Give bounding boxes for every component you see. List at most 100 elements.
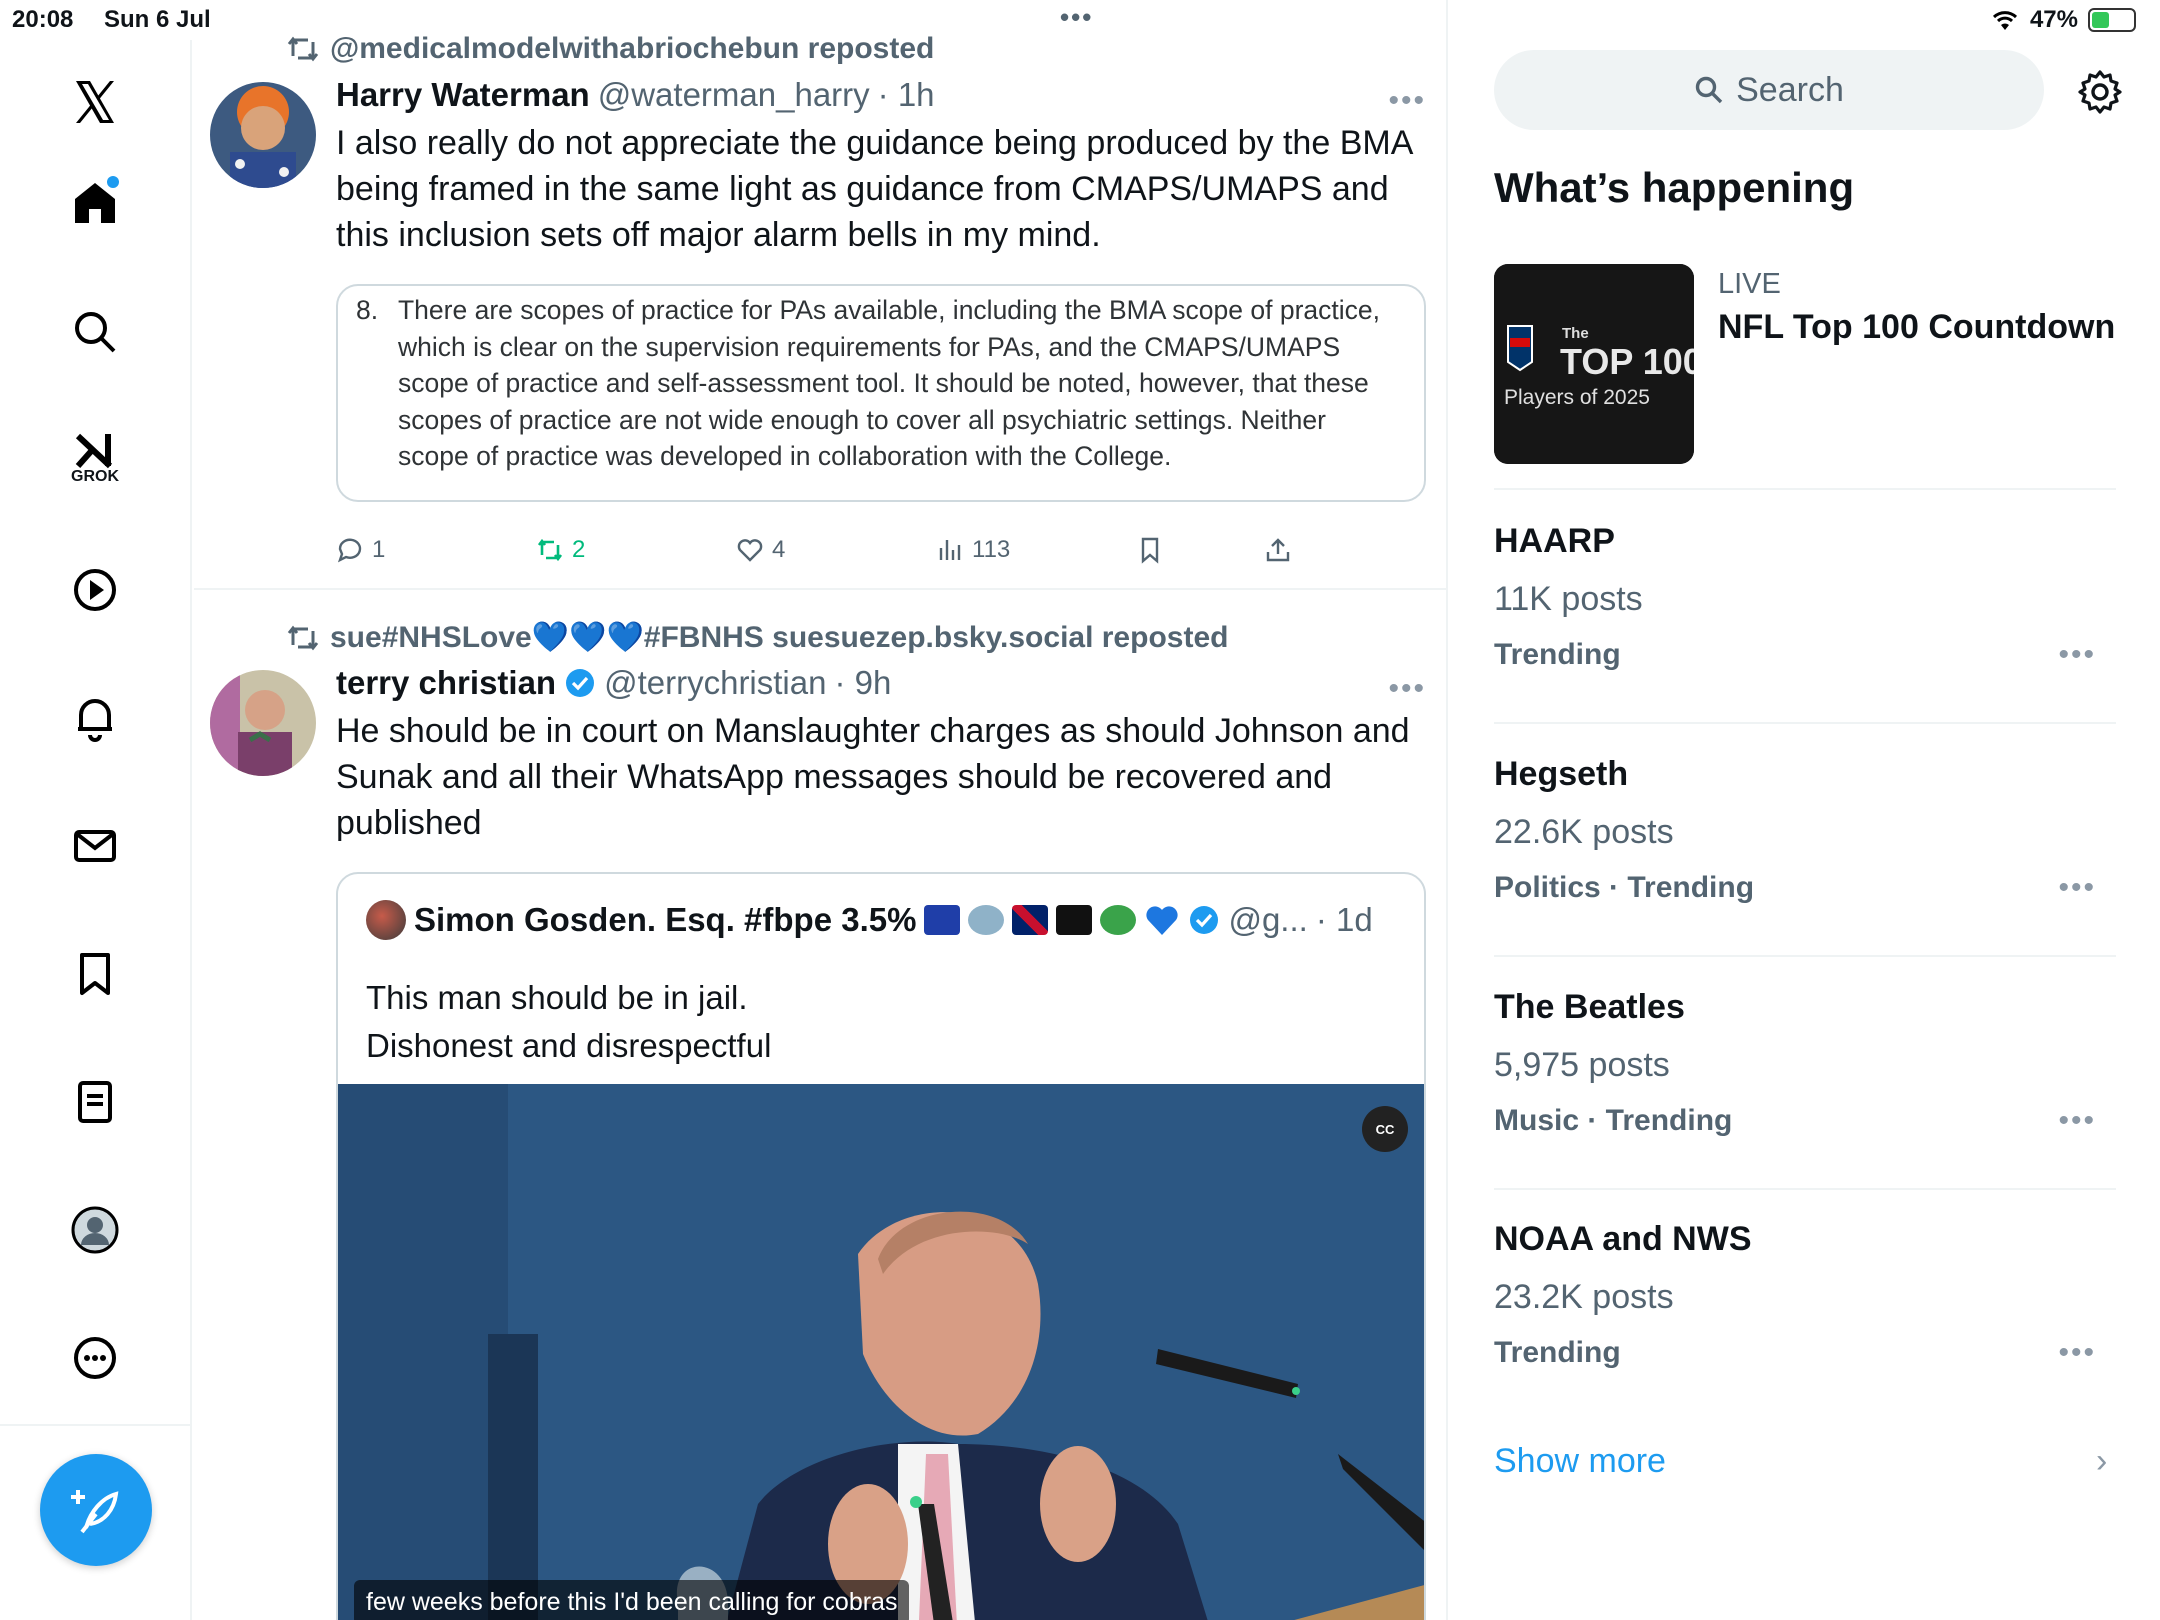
grok-label: GROK — [71, 468, 119, 485]
excerpt-number: 8. — [356, 295, 379, 325]
nav-lists[interactable] — [59, 1066, 131, 1138]
search-icon — [1695, 76, 1723, 104]
live-event-card[interactable]: The TOP 100 Players of 2025 LIVE NFL Top… — [1494, 264, 2116, 490]
views-chart-icon — [939, 540, 961, 560]
compose-button[interactable] — [40, 1454, 152, 1566]
trend-category: Trending — [1494, 1336, 1621, 1369]
video-player[interactable]: CC few weeks before this I'd been callin… — [338, 1084, 1424, 1620]
compose-feather-icon — [71, 1490, 119, 1534]
reply-count: 1 — [372, 536, 386, 563]
chevron-right-icon[interactable]: › — [2096, 1442, 2107, 1481]
nav-explore[interactable] — [59, 296, 131, 368]
live-image-text: TOP 100 — [1560, 341, 1694, 382]
trend-post-count: 11K posts — [1494, 580, 1643, 618]
trend-more-icon[interactable]: ••• — [2058, 871, 2096, 905]
post-header: terry christian @terrychristian · 9h — [336, 664, 891, 702]
quoted-text-line: Dishonest and disrespectful — [366, 1027, 772, 1064]
x-logo-icon[interactable] — [59, 66, 131, 138]
quoted-excerpt-image[interactable]: 8. There are scopes of practice for PAs … — [336, 284, 1426, 502]
trend-item[interactable]: The Beatles 5,975 posts Music · Trending… — [1494, 958, 2116, 1190]
views-button[interactable]: 113 — [936, 536, 1010, 564]
view-count: 113 — [972, 536, 1011, 563]
trend-more-icon[interactable]: ••• — [2058, 1336, 2096, 1370]
nav-home[interactable] — [59, 166, 131, 238]
repost-button[interactable]: 2 — [536, 536, 585, 564]
live-badge: LIVE — [1718, 268, 1781, 300]
fish-icon — [968, 905, 1005, 935]
avatar[interactable] — [210, 82, 316, 188]
share-icon — [1266, 538, 1290, 562]
author-handle[interactable]: @waterman_harry — [598, 76, 870, 114]
reply-button[interactable]: 1 — [336, 536, 385, 564]
pirate-flag-icon — [1056, 905, 1093, 935]
post[interactable]: @medicalmodelwithabriochebun reposted Ha… — [194, 28, 1446, 590]
trend-more-icon[interactable]: ••• — [2058, 638, 2096, 672]
closed-captions-button[interactable]: CC — [1362, 1106, 1408, 1152]
quoted-avatar[interactable] — [366, 900, 406, 940]
list-icon — [78, 1081, 112, 1123]
live-event-title: NFL Top 100 Countdown — [1718, 308, 2116, 346]
post-time[interactable]: · 9h — [834, 664, 891, 702]
trend-category: Trending — [1494, 638, 1621, 671]
nav-divider — [0, 1424, 192, 1426]
repost-icon — [537, 538, 563, 562]
post[interactable]: sue#NHSLove💙💙💙#FBNHS suesuezep.bsky.soci… — [194, 616, 1446, 1620]
repost-by: sue#NHSLove💙💙💙#FBNHS suesuezep.bsky.soci… — [330, 621, 1229, 654]
mail-icon — [74, 830, 116, 862]
status-time: 20:08 — [12, 6, 74, 33]
repost-by: @medicalmodelwithabriochebun reposted — [330, 32, 935, 65]
nav-notifications[interactable] — [59, 682, 131, 754]
like-button[interactable]: 4 — [736, 536, 785, 564]
quoted-author-handle[interactable]: @g... — [1228, 901, 1307, 939]
trend-more-icon[interactable]: ••• — [2058, 1104, 2096, 1138]
nav-profile[interactable] — [59, 1194, 131, 1266]
post-header: Harry Waterman @waterman_harry · 1h — [336, 76, 935, 114]
post-actions: 1 2 4 113 — [336, 536, 1336, 576]
nav-more[interactable] — [59, 1322, 131, 1394]
bookmark-icon — [80, 953, 110, 995]
trend-title: Hegseth — [1494, 755, 1629, 793]
bookmark-button[interactable] — [1136, 536, 1164, 564]
post-text: He should be in court on Manslaughter ch… — [336, 712, 1410, 842]
grok-icon — [75, 433, 113, 469]
nav-bookmarks[interactable] — [59, 938, 131, 1010]
nav-messages[interactable] — [59, 810, 131, 882]
trend-post-count: 23.2K posts — [1494, 1278, 1674, 1316]
eu-flag-icon — [924, 905, 961, 935]
repost-indicator: sue#NHSLove💙💙💙#FBNHS suesuezep.bsky.soci… — [286, 620, 1228, 655]
quoted-author-name[interactable]: Simon Gosden. Esq. #fbpe 3.5% — [414, 901, 916, 939]
trend-title: HAARP — [1494, 522, 1615, 560]
nav-video[interactable] — [59, 554, 131, 626]
live-image-text: The — [1562, 325, 1589, 342]
live-image-text: Players of 2025 — [1504, 386, 1650, 409]
bookmark-icon — [1141, 537, 1159, 564]
quoted-post-time[interactable]: · 1d — [1316, 901, 1373, 939]
quoted-post[interactable]: Simon Gosden. Esq. #fbpe 3.5% @g... · 1d… — [336, 872, 1426, 1620]
quoted-post-text: This man should be in jail. Dishonest an… — [366, 974, 771, 1070]
repost-icon — [287, 625, 319, 650]
trend-item[interactable]: HAARP 11K posts Trending ••• — [1494, 492, 2116, 724]
settings-gear-icon[interactable] — [2076, 68, 2124, 116]
author-handle[interactable]: @terrychristian — [604, 664, 826, 702]
post-more-icon[interactable]: ••• — [1388, 84, 1426, 118]
home-notification-dot — [107, 176, 119, 188]
share-button[interactable] — [1264, 536, 1292, 564]
post-more-icon[interactable]: ••• — [1388, 672, 1426, 706]
left-nav: GROK — [0, 40, 192, 1620]
verified-badge-icon — [1190, 906, 1219, 934]
trend-post-count: 5,975 posts — [1494, 1046, 1670, 1084]
microbe-icon — [1100, 905, 1137, 935]
author-name[interactable]: terry christian — [336, 664, 556, 702]
avatar[interactable] — [210, 670, 316, 776]
author-name[interactable]: Harry Waterman — [336, 76, 590, 114]
nav-grok[interactable]: GROK — [59, 422, 131, 494]
trend-item[interactable]: Hegseth 22.6K posts Politics · Trending … — [1494, 725, 2116, 957]
show-more-link[interactable]: Show more — [1494, 1442, 1666, 1481]
trend-item[interactable]: NOAA and NWS 23.2K posts Trending ••• — [1494, 1190, 2116, 1422]
verified-badge-icon — [566, 669, 595, 697]
timeline-feed[interactable]: @medicalmodelwithabriochebun reposted Ha… — [194, 0, 1448, 1620]
blue-heart-icon — [1146, 906, 1179, 935]
post-time[interactable]: · 1h — [878, 76, 935, 114]
excerpt-text: There are scopes of practice for PAs ava… — [398, 295, 1380, 471]
search-input[interactable]: Search — [1494, 50, 2044, 130]
